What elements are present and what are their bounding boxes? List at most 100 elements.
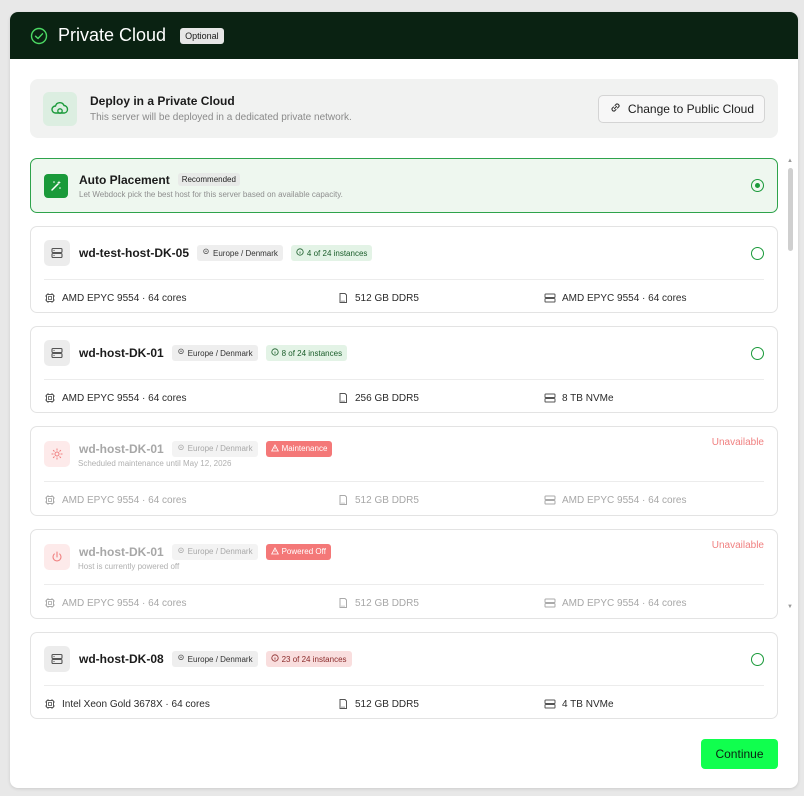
- location-pin-icon: [177, 444, 185, 454]
- location-label: Europe / Denmark: [187, 348, 253, 358]
- location-label: Europe / Denmark: [187, 444, 253, 453]
- warning-icon: [270, 443, 279, 454]
- capacity-label: 23 of 24 instances: [281, 654, 347, 664]
- capacity-chip: 8 of 24 instances: [265, 345, 348, 361]
- private-cloud-panel: Private Cloud Optional Deploy in a Priva…: [10, 12, 798, 788]
- deploy-subtitle: This server will be deployed in a dedica…: [90, 112, 352, 123]
- server-icon: [44, 646, 70, 672]
- storage-spec: 4 TB NVMe: [562, 698, 614, 710]
- info-icon: [270, 348, 279, 358]
- memory-icon: [337, 392, 349, 404]
- host-name: wd-host-DK-08: [79, 652, 164, 666]
- change-to-public-cloud-label: Change to Public Cloud: [627, 101, 754, 116]
- maintenance-chip: Maintenance: [265, 440, 333, 457]
- check-circle-icon: [30, 27, 48, 45]
- ram-spec: 512 GB DDR5: [355, 597, 419, 609]
- memory-icon: [337, 698, 349, 710]
- capacity-label: 8 of 24 instances: [281, 348, 343, 358]
- memory-icon: [337, 292, 349, 304]
- deploy-info-box: Deploy in a Private Cloud This server wi…: [30, 79, 778, 138]
- cpu-icon: [44, 698, 56, 710]
- cpu-spec: AMD EPYC 9554 · 64 cores: [62, 392, 187, 404]
- storage-spec: AMD EPYC 9554 · 64 cores: [562, 597, 687, 609]
- info-icon: [296, 248, 304, 258]
- auto-placement-option[interactable]: Auto Placement Recommended Let Webdock p…: [30, 158, 778, 213]
- location-chip: Europe / Denmark: [171, 440, 258, 457]
- link-icon: [609, 101, 622, 117]
- cpu-spec: AMD EPYC 9554 · 64 cores: [62, 292, 187, 304]
- cloud-icon: [43, 91, 77, 126]
- server-icon: [44, 340, 70, 366]
- server-icon: [44, 240, 70, 266]
- location-pin-icon: [177, 348, 185, 358]
- cpu-icon: [44, 292, 56, 304]
- location-label: Europe / Denmark: [187, 547, 253, 556]
- location-pin-icon: [177, 547, 185, 557]
- location-pin-icon: [202, 248, 210, 258]
- panel-title: Private Cloud: [58, 25, 167, 45]
- memory-icon: [337, 597, 349, 609]
- storage-icon: [544, 698, 556, 710]
- storage-spec: AMD EPYC 9554 · 64 cores: [562, 292, 687, 304]
- power-icon: [44, 544, 70, 570]
- host-subtitle: Scheduled maintenance until May 12, 2026: [78, 458, 232, 468]
- magic-wand-icon: [44, 173, 68, 198]
- unavailable-label: Unavailable: [711, 540, 764, 551]
- host-card[interactable]: wd-host-DK-08 Europe / Denmark 23 of 24 …: [30, 632, 778, 719]
- storage-spec: 8 TB NVMe: [562, 392, 614, 404]
- host-radio[interactable]: [751, 346, 764, 360]
- storage-icon: [544, 494, 556, 506]
- capacity-chip: 23 of 24 instances: [265, 651, 352, 667]
- ram-spec: 256 GB DDR5: [355, 392, 419, 404]
- warning-icon: [270, 546, 279, 557]
- location-chip: Europe / Denmark: [197, 245, 283, 261]
- status-label: Maintenance: [281, 444, 328, 453]
- cpu-icon: [44, 494, 56, 506]
- host-radio[interactable]: [751, 246, 764, 260]
- host-card[interactable]: wd-host-DK-01 Europe / Denmark 8 of 24 i…: [30, 326, 778, 413]
- gear-icon: [44, 441, 70, 467]
- host-subtitle: Host is currently powered off: [78, 561, 180, 571]
- host-radio[interactable]: [751, 652, 764, 666]
- host-list[interactable]: Auto Placement Recommended Let Webdock p…: [30, 158, 778, 720]
- location-label: Europe / Denmark: [213, 248, 278, 258]
- memory-icon: [337, 494, 349, 506]
- location-pin-icon: [177, 654, 185, 664]
- scroll-up-icon[interactable]: ▲: [787, 158, 793, 164]
- location-chip: Europe / Denmark: [171, 345, 258, 361]
- storage-icon: [544, 292, 556, 304]
- powered-off-chip: Powered Off: [265, 543, 331, 560]
- change-to-public-cloud-button[interactable]: Change to Public Cloud: [597, 94, 765, 123]
- cpu-spec: Intel Xeon Gold 3678X · 64 cores: [62, 698, 210, 710]
- host-card[interactable]: wd-test-host-DK-05 Europe / Denmark 4 of…: [30, 226, 778, 313]
- unavailable-label: Unavailable: [711, 437, 764, 448]
- cpu-spec: AMD EPYC 9554 · 64 cores: [62, 494, 187, 506]
- capacity-label: 4 of 24 instances: [306, 248, 368, 258]
- host-card-unavailable: wd-host-DK-01 Europe / Denmark Powered O…: [30, 529, 778, 619]
- storage-spec: AMD EPYC 9554 · 64 cores: [562, 494, 687, 506]
- panel-header: Private Cloud Optional: [10, 12, 798, 59]
- scrollbar-thumb[interactable]: [788, 168, 793, 251]
- continue-button[interactable]: Continue: [701, 739, 778, 769]
- ram-spec: 512 GB DDR5: [355, 292, 419, 304]
- status-label: Powered Off: [281, 547, 326, 556]
- cpu-spec: AMD EPYC 9554 · 64 cores: [62, 597, 187, 609]
- cpu-icon: [44, 597, 56, 609]
- host-list-scrollbar[interactable]: ▲ ▼: [785, 158, 795, 612]
- cpu-icon: [44, 392, 56, 404]
- host-name: wd-host-DK-01: [79, 441, 164, 456]
- scroll-down-icon[interactable]: ▼: [787, 604, 793, 610]
- auto-placement-title: Auto Placement: [79, 172, 170, 187]
- ram-spec: 512 GB DDR5: [355, 494, 419, 506]
- host-name: wd-test-host-DK-05: [79, 246, 189, 260]
- host-name: wd-host-DK-01: [79, 544, 164, 559]
- location-label: Europe / Denmark: [187, 654, 253, 664]
- host-card-unavailable: wd-host-DK-01 Europe / Denmark Maintenan…: [30, 426, 778, 516]
- deploy-title: Deploy in a Private Cloud: [90, 94, 235, 108]
- auto-placement-radio[interactable]: [751, 179, 764, 192]
- info-icon: [270, 654, 279, 664]
- auto-placement-description: Let Webdock pick the best host for this …: [79, 189, 343, 199]
- optional-badge: Optional: [180, 27, 224, 44]
- host-name: wd-host-DK-01: [79, 346, 164, 360]
- storage-icon: [544, 392, 556, 404]
